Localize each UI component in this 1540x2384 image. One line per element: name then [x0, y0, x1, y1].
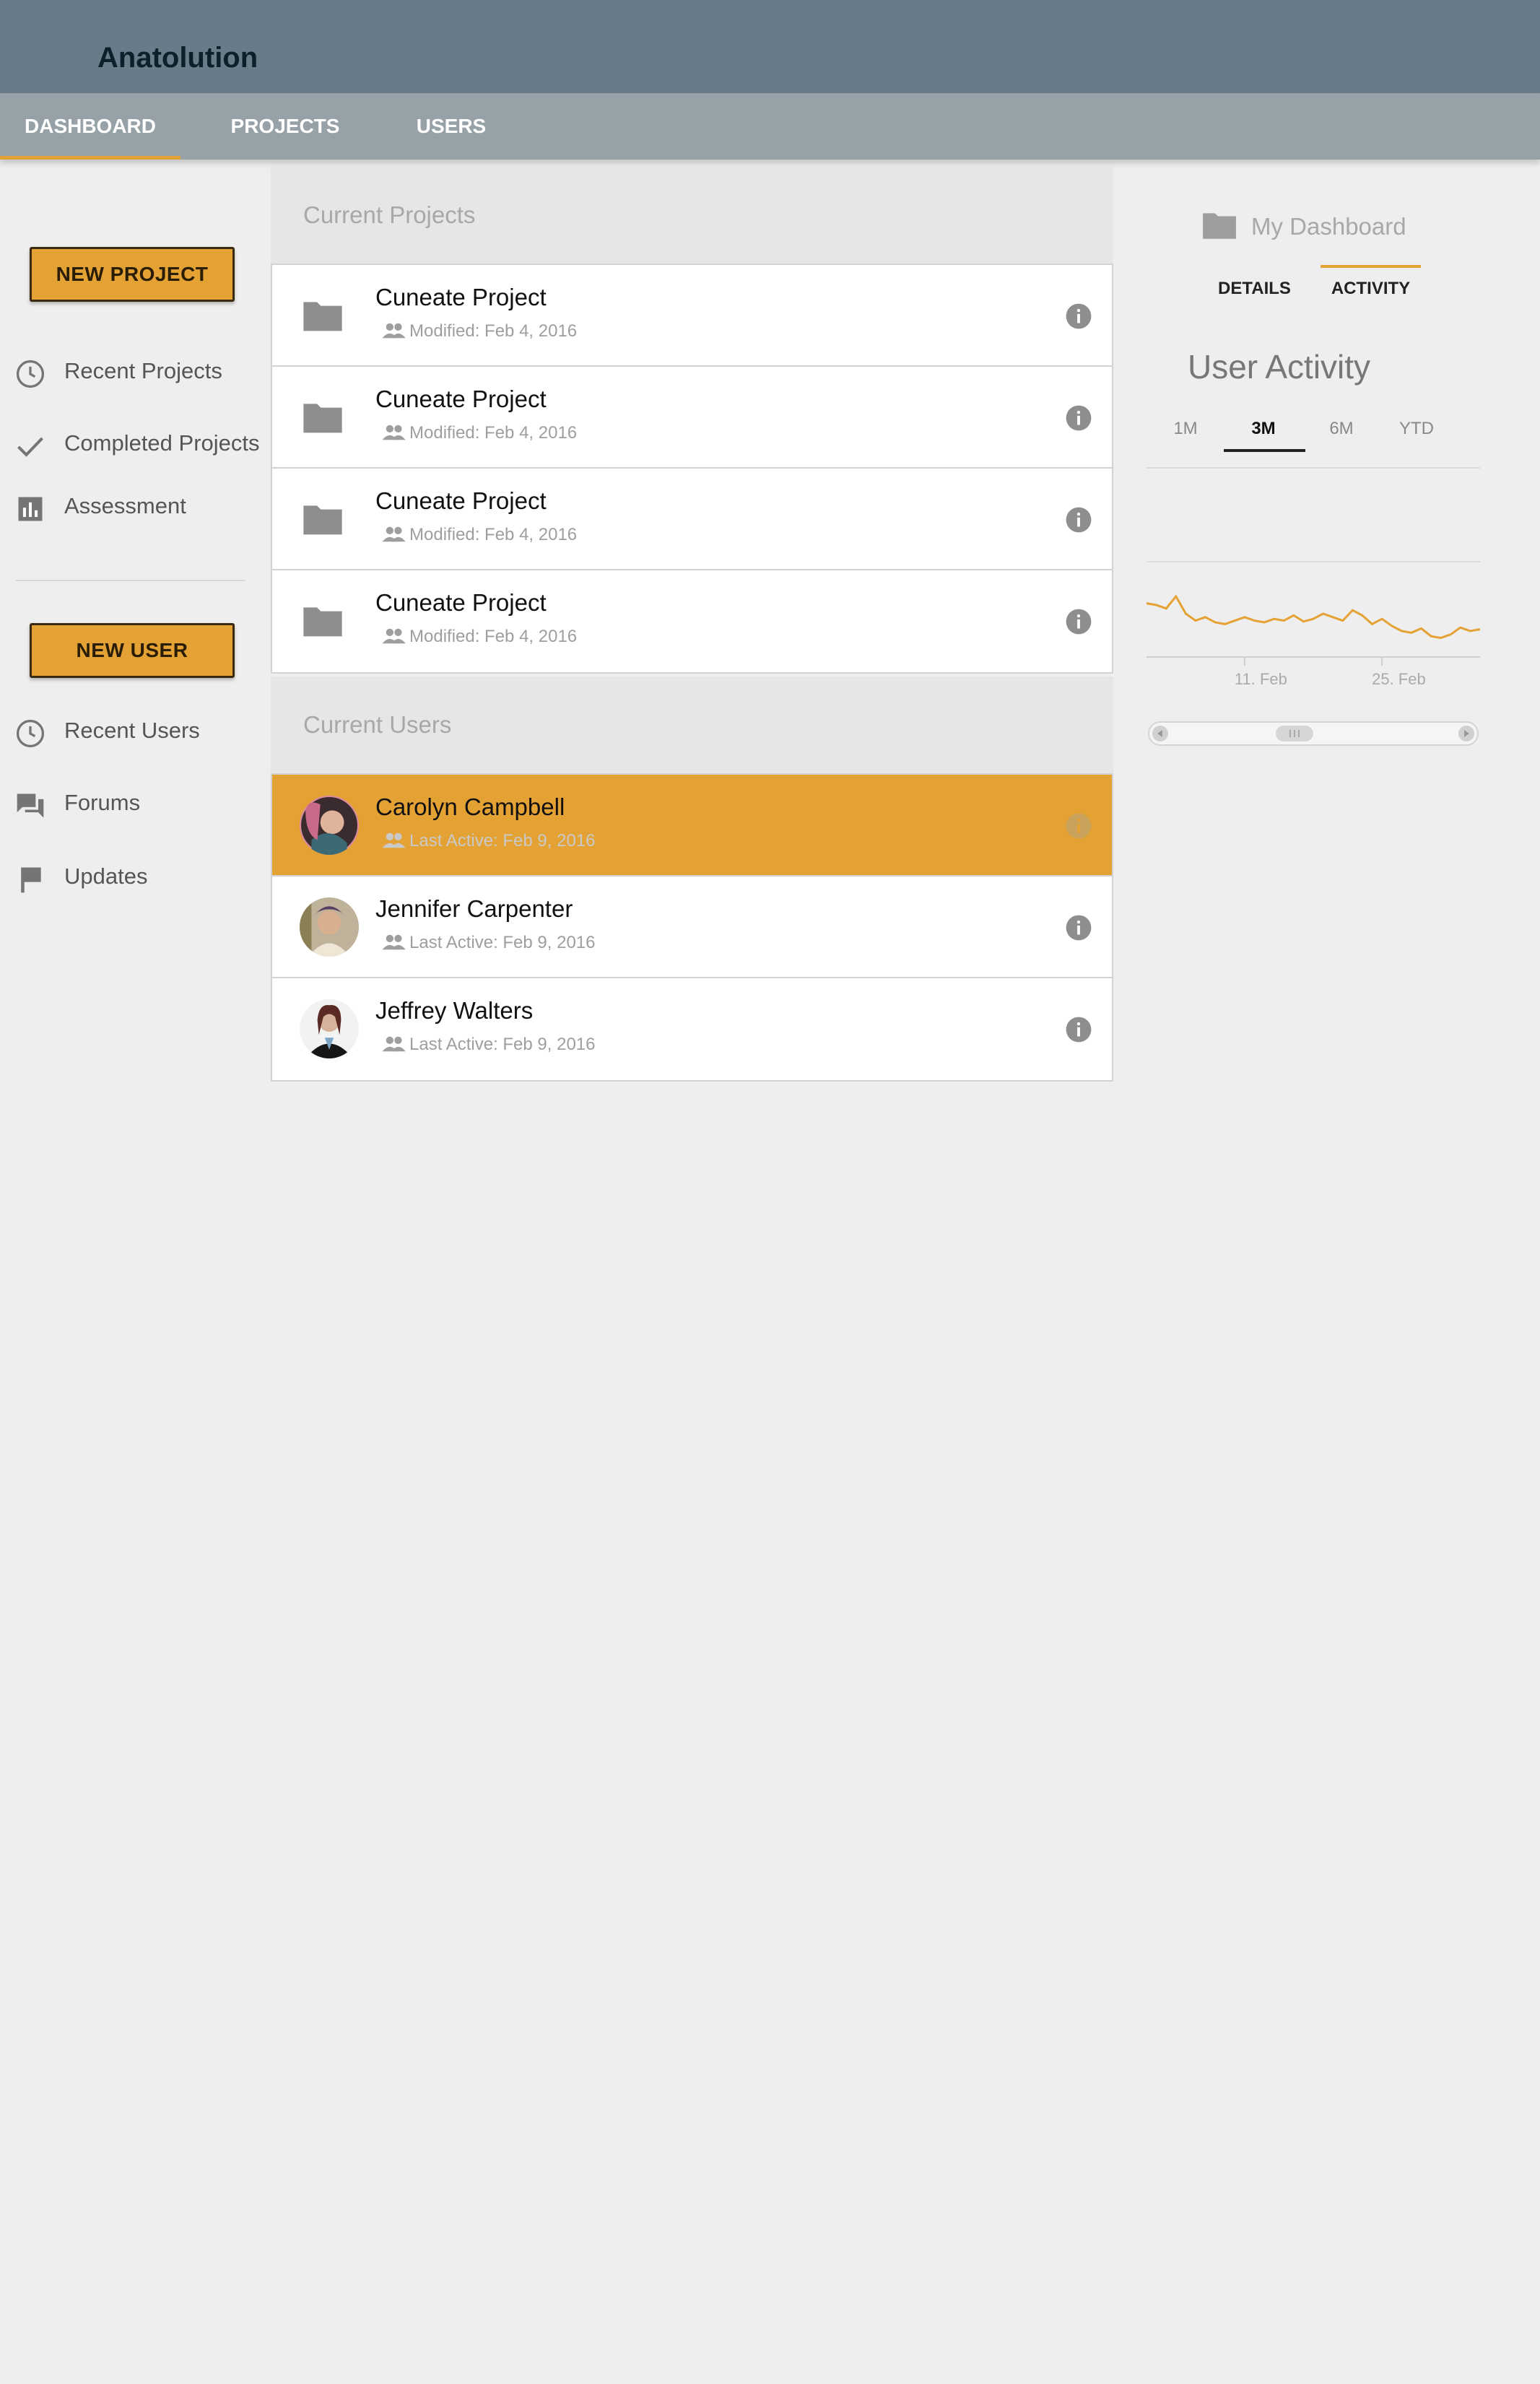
title-bar: Anatolution	[0, 0, 1540, 93]
sidebar-item-completed-projects[interactable]: Completed Projects	[0, 423, 267, 466]
divider	[1147, 467, 1480, 469]
forum-icon	[17, 793, 44, 818]
info-icon[interactable]	[1065, 812, 1092, 840]
folder-icon	[303, 302, 342, 331]
active-range-indicator	[1224, 449, 1305, 452]
list-item[interactable]: Cuneate Project Modified: Feb 4, 2016	[272, 367, 1112, 469]
avatar	[300, 796, 359, 855]
tab-details[interactable]: DETAILS	[1213, 279, 1296, 299]
user-name: Carolyn Campbell	[375, 793, 565, 820]
project-title: Cuneate Project	[375, 487, 547, 514]
people-icon	[382, 934, 406, 950]
flag-icon	[21, 867, 41, 893]
users-list: Carolyn Campbell Last Active: Feb 9, 201…	[271, 773, 1113, 1082]
project-title: Cuneate Project	[375, 386, 547, 412]
info-icon[interactable]	[1065, 404, 1092, 432]
people-icon	[382, 1036, 406, 1052]
nav-tabbar: DASHBOARD PROJECTS USERS	[0, 93, 1540, 160]
bar-chart-icon	[18, 497, 43, 521]
x-tick-label: 11. Feb	[1235, 670, 1287, 688]
sidebar-item-label: Recent Users	[64, 718, 200, 743]
list-item[interactable]: Cuneate Project Modified: Feb 4, 2016	[272, 469, 1112, 570]
sidebar-item-recent-users[interactable]: Recent Users	[0, 710, 267, 754]
tab-activity[interactable]: ACTIVITY	[1321, 279, 1421, 299]
project-meta: Modified: Feb 4, 2016	[409, 423, 578, 443]
chart-navigator[interactable]	[1148, 721, 1479, 746]
new-user-button[interactable]: NEW USER	[30, 623, 235, 678]
sidebar-item-updates[interactable]: Updates	[0, 856, 267, 900]
user-meta: Last Active: Feb 9, 2016	[409, 1035, 596, 1054]
series-line	[1146, 594, 1481, 640]
range-1m[interactable]: 1M	[1149, 419, 1222, 439]
info-icon[interactable]	[1065, 1016, 1092, 1043]
folder-icon	[303, 404, 342, 433]
avatar	[300, 897, 359, 957]
users-header-label: Current Users	[303, 711, 452, 738]
sidebar-divider	[16, 580, 245, 581]
sidebar-item-recent-projects[interactable]: Recent Projects	[0, 351, 267, 394]
project-meta: Modified: Feb 4, 2016	[409, 627, 578, 646]
range-6m[interactable]: 6M	[1305, 419, 1378, 439]
sidebar-item-forums[interactable]: Forums	[0, 783, 267, 826]
sidebar-item-label: Assessment	[64, 493, 186, 518]
project-title: Cuneate Project	[375, 284, 547, 310]
range-ytd[interactable]: YTD	[1380, 419, 1453, 439]
sidebar-item-label: Updates	[64, 863, 148, 889]
new-project-button[interactable]: NEW PROJECT	[30, 247, 235, 302]
range-3m[interactable]: 3M	[1227, 419, 1300, 439]
people-icon	[382, 628, 406, 644]
sidebar-item-label: Forums	[64, 790, 141, 815]
user-name: Jennifer Carpenter	[375, 895, 573, 922]
list-item[interactable]: Jeffrey Walters Last Active: Feb 9, 2016	[272, 978, 1112, 1080]
users-section-header: Current Users	[271, 677, 1113, 774]
sidebar-item-label: Recent Projects	[64, 358, 222, 383]
tab-dashboard[interactable]: DASHBOARD	[0, 93, 180, 160]
info-icon[interactable]	[1065, 506, 1092, 534]
x-tick-label: 25. Feb	[1372, 670, 1426, 688]
folder-icon	[1203, 213, 1236, 239]
clock-icon	[16, 719, 45, 748]
projects-header-label: Current Projects	[303, 201, 476, 228]
people-icon	[382, 425, 406, 440]
people-icon	[382, 323, 406, 339]
avatar	[300, 999, 359, 1058]
people-icon	[382, 832, 406, 848]
folder-icon	[303, 505, 342, 535]
projects-section-header: Current Projects	[271, 167, 1113, 264]
list-item[interactable]: Cuneate Project Modified: Feb 4, 2016	[272, 265, 1112, 367]
tab-users[interactable]: USERS	[390, 93, 513, 160]
sidebar-item-label: Completed Projects	[64, 430, 260, 456]
project-meta: Modified: Feb 4, 2016	[409, 525, 578, 544]
user-activity-title: User Activity	[1188, 348, 1371, 386]
app-title: Anatolution	[97, 42, 258, 74]
tab-projects[interactable]: PROJECTS	[209, 93, 361, 160]
active-tab-indicator	[1321, 265, 1421, 268]
clock-icon	[16, 360, 45, 388]
user-meta: Last Active: Feb 9, 2016	[409, 933, 596, 952]
user-meta: Last Active: Feb 9, 2016	[409, 831, 596, 851]
dashboard-title: My Dashboard	[1251, 213, 1406, 240]
info-icon[interactable]	[1065, 608, 1092, 635]
project-meta: Modified: Feb 4, 2016	[409, 321, 578, 341]
list-item[interactable]: Jennifer Carpenter Last Active: Feb 9, 2…	[272, 876, 1112, 978]
project-title: Cuneate Project	[375, 589, 547, 616]
people-icon	[382, 526, 406, 542]
info-icon[interactable]	[1065, 914, 1092, 941]
list-item[interactable]: Carolyn Campbell Last Active: Feb 9, 201…	[272, 775, 1112, 876]
folder-icon	[303, 607, 342, 637]
info-icon[interactable]	[1065, 303, 1092, 330]
chart-gridline	[1147, 561, 1480, 562]
projects-list: Cuneate Project Modified: Feb 4, 2016 Cu…	[271, 264, 1113, 674]
activity-chart: 11. Feb 25. Feb	[1146, 594, 1481, 688]
user-name: Jeffrey Walters	[375, 997, 534, 1024]
check-icon	[17, 437, 43, 457]
list-item[interactable]: Cuneate Project Modified: Feb 4, 2016	[272, 570, 1112, 672]
sidebar-item-assessment[interactable]: Assessment	[0, 486, 267, 529]
